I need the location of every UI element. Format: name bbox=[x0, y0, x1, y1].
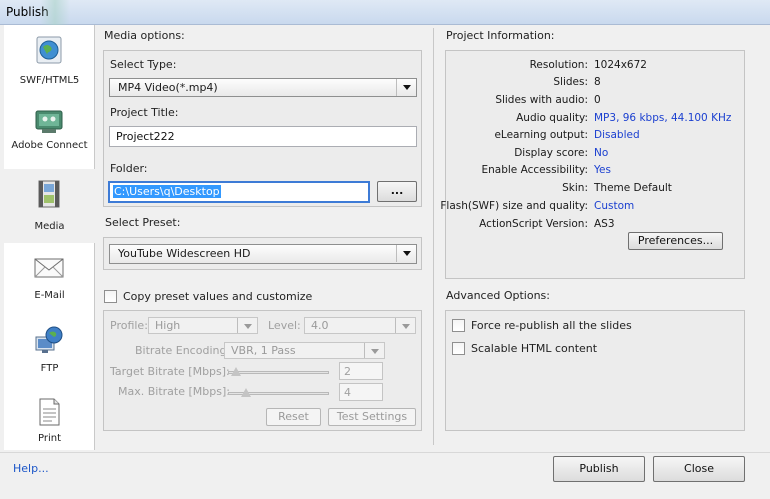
info-key-skin: Skin: bbox=[562, 182, 588, 194]
info-key-slides-with-audio: Slides with audio: bbox=[495, 94, 588, 106]
profile-label: Profile: bbox=[110, 319, 148, 332]
panel-divider bbox=[433, 28, 434, 445]
target-bitrate-slider-thumb[interactable] bbox=[231, 367, 241, 376]
project-title-label: Project Title: bbox=[110, 106, 179, 119]
bitrate-encoding-value: VBR, 1 Pass bbox=[231, 344, 296, 357]
document-icon bbox=[39, 398, 60, 426]
flash-size-quality-link[interactable]: Custom bbox=[594, 200, 634, 212]
sidebar-item-label: Print bbox=[37, 433, 61, 444]
globe-monitor-icon bbox=[35, 326, 63, 353]
info-key-display-score: Display score: bbox=[514, 147, 588, 159]
info-key-elearning-output: eLearning output: bbox=[494, 129, 588, 141]
sidebar-item-print[interactable]: Print bbox=[4, 387, 95, 459]
sidebar-item-swf-html5[interactable]: SWF/HTML5 bbox=[4, 25, 95, 97]
chevron-down-icon bbox=[395, 318, 415, 333]
preferences-button[interactable]: Preferences... bbox=[628, 232, 723, 250]
info-value-skin: Theme Default bbox=[594, 182, 672, 194]
bitrate-encoding-label: Bitrate Encoding: bbox=[135, 344, 231, 357]
globe-icon bbox=[36, 36, 62, 64]
info-key-audio-quality: Audio quality: bbox=[516, 112, 588, 124]
info-value-resolution: 1024x672 bbox=[594, 59, 647, 71]
title-glare bbox=[40, 0, 70, 25]
sidebar-item-ftp[interactable]: FTP bbox=[4, 315, 95, 387]
chevron-down-icon bbox=[396, 79, 416, 96]
title-bar: Publish bbox=[0, 0, 770, 25]
max-bitrate-input[interactable]: 4 bbox=[339, 383, 383, 401]
enable-accessibility-link[interactable]: Yes bbox=[594, 164, 611, 176]
sidebar-item-label: SWF/HTML5 bbox=[19, 75, 80, 86]
target-bitrate-input[interactable]: 2 bbox=[339, 362, 383, 380]
sidebar-item-media[interactable]: Media bbox=[4, 169, 95, 243]
project-info-title: Project Information: bbox=[446, 29, 555, 42]
audio-quality-link[interactable]: MP3, 96 kbps, 44.100 KHz bbox=[594, 112, 731, 124]
advanced-options-title: Advanced Options: bbox=[446, 289, 550, 302]
sidebar-item-label: Media bbox=[34, 221, 65, 232]
select-type-value: MP4 Video(*.mp4) bbox=[118, 81, 218, 94]
info-key-slides: Slides: bbox=[553, 76, 588, 88]
force-republish-checkbox[interactable] bbox=[452, 319, 465, 332]
info-key-actionscript-version: ActionScript Version: bbox=[479, 218, 588, 230]
reset-button[interactable]: Reset bbox=[266, 408, 321, 426]
sidebar-item-email[interactable]: E-Mail bbox=[4, 243, 95, 315]
profile-dropdown[interactable]: High bbox=[148, 317, 258, 334]
display-score-link[interactable]: No bbox=[594, 147, 608, 159]
select-preset-value: YouTube Widescreen HD bbox=[118, 247, 251, 260]
chevron-down-icon bbox=[396, 245, 416, 262]
test-settings-button[interactable]: Test Settings bbox=[328, 408, 416, 426]
info-key-flash-size-quality: Flash(SWF) size and quality: bbox=[440, 200, 588, 212]
publish-button[interactable]: Publish bbox=[553, 456, 645, 482]
folder-input[interactable]: C:\Users\q\Desktop bbox=[108, 181, 370, 203]
project-title-value: Project222 bbox=[116, 130, 175, 143]
sidebar: SWF/HTML5 Adobe Connect Media E-Mail FTP… bbox=[4, 25, 95, 450]
scalable-html-checkbox[interactable] bbox=[452, 342, 465, 355]
adobe-connect-icon bbox=[35, 110, 63, 133]
copy-preset-label: Copy preset values and customize bbox=[123, 290, 313, 303]
close-button[interactable]: Close bbox=[653, 456, 745, 482]
info-key-enable-accessibility: Enable Accessibility: bbox=[481, 164, 589, 176]
browse-folder-button[interactable]: ... bbox=[377, 181, 417, 202]
info-key-resolution: Resolution: bbox=[529, 59, 588, 71]
media-options-title: Media options: bbox=[104, 29, 185, 42]
profile-value: High bbox=[155, 319, 181, 332]
elearning-output-link[interactable]: Disabled bbox=[594, 129, 640, 141]
target-bitrate-slider[interactable] bbox=[228, 371, 329, 374]
bitrate-encoding-dropdown[interactable]: VBR, 1 Pass bbox=[224, 342, 385, 359]
max-bitrate-label: Max. Bitrate [Mbps]: bbox=[118, 385, 230, 398]
help-link[interactable]: Help... bbox=[13, 462, 49, 475]
chevron-down-icon bbox=[364, 343, 384, 358]
film-strip-icon bbox=[38, 180, 60, 208]
sidebar-item-adobe-connect[interactable]: Adobe Connect bbox=[4, 97, 95, 169]
select-type-dropdown[interactable]: MP4 Video(*.mp4) bbox=[109, 78, 417, 97]
target-bitrate-label: Target Bitrate [Mbps]: bbox=[110, 365, 230, 378]
select-type-label: Select Type: bbox=[110, 58, 177, 71]
level-value: 4.0 bbox=[311, 319, 329, 332]
folder-value: C:\Users\q\Desktop bbox=[113, 185, 221, 198]
force-republish-label: Force re-publish all the slides bbox=[471, 319, 632, 332]
sidebar-item-label: E-Mail bbox=[34, 290, 65, 301]
envelope-icon bbox=[34, 258, 64, 278]
project-title-input[interactable]: Project222 bbox=[109, 126, 417, 147]
scalable-html-label: Scalable HTML content bbox=[471, 342, 598, 355]
sidebar-item-label: Adobe Connect bbox=[11, 140, 88, 151]
level-dropdown[interactable]: 4.0 bbox=[304, 317, 416, 334]
info-value-slides: 8 bbox=[594, 76, 601, 88]
chevron-down-icon bbox=[237, 318, 257, 333]
info-value-slides-with-audio: 0 bbox=[594, 94, 601, 106]
sidebar-item-label: FTP bbox=[40, 363, 59, 374]
level-label: Level: bbox=[268, 319, 301, 332]
select-preset-label: Select Preset: bbox=[105, 216, 181, 229]
copy-preset-checkbox[interactable] bbox=[104, 290, 117, 303]
info-value-actionscript-version: AS3 bbox=[594, 218, 615, 230]
select-preset-dropdown[interactable]: YouTube Widescreen HD bbox=[109, 244, 417, 264]
max-bitrate-slider-thumb[interactable] bbox=[241, 388, 251, 397]
footer-divider bbox=[0, 452, 770, 453]
folder-label: Folder: bbox=[110, 162, 148, 175]
